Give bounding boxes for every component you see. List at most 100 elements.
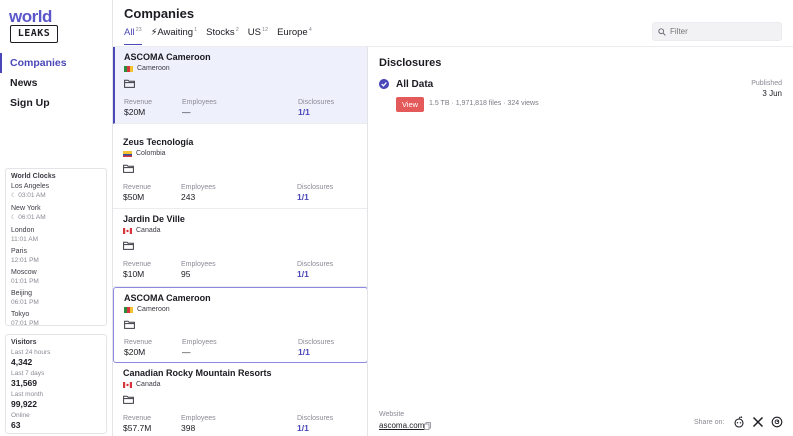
sidebar: world LEAKS Companies News Sign Up World…	[0, 0, 113, 436]
disclosures-link[interactable]: 1/1	[297, 423, 333, 434]
company-card[interactable]: Jardin De Ville Canada Revenue $10M Emplo…	[113, 209, 367, 287]
world-clocks-panel: World Clocks Los Angeles ☾ 03:01 AM New …	[5, 168, 107, 328]
revenue-value: $20M	[124, 107, 146, 117]
tab-us[interactable]: US12	[248, 27, 268, 45]
company-name: Jardin De Ville	[123, 214, 185, 224]
visitors-panel: Visitors Last 24 hours 4,342 Last 7 days…	[5, 334, 107, 434]
tab-label: Stocks	[206, 27, 235, 39]
clock-time: 06:01 PM	[11, 299, 39, 306]
published-info: Published 3 Jun	[751, 79, 782, 99]
folder-icon[interactable]	[124, 320, 135, 329]
visitor-stat-label: Last 7 days	[11, 370, 45, 377]
revenue-value: $57.7M	[123, 423, 152, 433]
canada-flag-icon	[123, 381, 132, 388]
tab-count: 12	[261, 27, 269, 33]
published-date: 3 Jun	[762, 89, 782, 98]
disclosure-item-name[interactable]: All Data	[396, 79, 433, 90]
website-link[interactable]: ascoma.com	[379, 421, 424, 430]
tab-count: 4	[308, 27, 312, 33]
visitor-stat-value: 4,342	[11, 357, 33, 367]
clock-item: New York ☾ 06:01 AM	[11, 204, 101, 223]
disclosures-link[interactable]: 1/1	[297, 269, 333, 280]
tab-europe[interactable]: Europe4	[277, 27, 312, 45]
clock-item: Tokyo 07:01 PM	[11, 310, 101, 328]
clock-item: Moscow 01:01 PM	[11, 268, 101, 286]
employees-value: 398	[181, 423, 196, 433]
employees-label: Employees	[182, 339, 217, 346]
visitor-stat-label: Last 24 hours	[11, 349, 51, 356]
company-card[interactable]: ASCOMA Cameroon Cameroon Revenue $20M Emp…	[113, 47, 367, 124]
logo[interactable]: world LEAKS	[9, 7, 59, 44]
revenue-label: Revenue	[123, 415, 152, 422]
employees-label: Employees	[181, 261, 216, 268]
company-card[interactable]: Canadian Rocky Mountain Resorts Canada R…	[113, 363, 367, 436]
folder-icon[interactable]	[123, 164, 134, 173]
threads-icon[interactable]	[771, 416, 783, 428]
disclosures-label: Disclosures	[297, 415, 334, 422]
disclosures-label: Disclosures	[298, 99, 335, 106]
disclosures-label: Disclosures	[297, 184, 334, 191]
company-country: Canada	[136, 381, 161, 388]
company-name: Canadian Rocky Mountain Resorts	[123, 368, 272, 378]
clock-item: Los Angeles ☾ 03:01 AM	[11, 182, 101, 201]
company-list: ASCOMA Cameroon Cameroon Revenue $20M Emp…	[113, 47, 368, 436]
filter-tabs: All23 ⚡Awaiting1 Stocks2 US12 Europe4	[124, 27, 312, 45]
published-label: Published	[751, 80, 782, 87]
employees-value: 95	[181, 269, 191, 279]
cameroon-flag-icon	[124, 65, 133, 72]
company-name: ASCOMA Cameroon	[124, 293, 211, 303]
website-label: Website	[379, 411, 405, 418]
tab-count: 23	[135, 27, 142, 33]
tab-label: ⚡Awaiting	[150, 27, 194, 39]
moon-icon: ☾	[11, 215, 17, 221]
clock-city: Tokyo	[11, 311, 30, 318]
copy-icon[interactable]	[424, 422, 431, 430]
clock-time: 03:01 AM	[18, 192, 46, 199]
visitor-stat-value: 99,922	[11, 399, 37, 409]
tab-stocks[interactable]: Stocks2	[206, 27, 239, 45]
clock-city: Paris	[11, 248, 27, 255]
reddit-icon[interactable]	[733, 416, 745, 428]
visitor-stat-value: 31,569	[11, 378, 37, 388]
visitor-stat-label: Online	[11, 412, 30, 419]
employees-label: Employees	[181, 415, 216, 422]
tab-label: Europe	[277, 27, 308, 39]
disclosures-label: Disclosures	[298, 339, 335, 346]
employees-label: Employees	[182, 99, 217, 106]
nav-companies[interactable]: Companies	[0, 53, 112, 73]
disclosures-link[interactable]: 1/1	[298, 347, 334, 358]
tab-all[interactable]: All23	[124, 27, 142, 45]
disclosures-title: Disclosures	[379, 57, 442, 69]
revenue-value: $20M	[124, 347, 146, 357]
tab-label: US	[247, 27, 261, 39]
tab-count: 2	[235, 27, 239, 33]
filter-box	[652, 22, 782, 41]
filter-input[interactable]	[670, 27, 780, 36]
tab-label: All	[124, 27, 135, 39]
folder-icon[interactable]	[123, 241, 134, 250]
company-country: Colombia	[136, 150, 166, 157]
tab-awaiting[interactable]: ⚡Awaiting1	[151, 27, 197, 45]
tab-count: 1	[194, 27, 198, 33]
clock-city: Beijing	[11, 290, 33, 297]
folder-icon[interactable]	[124, 79, 135, 88]
nav-news[interactable]: News	[0, 73, 112, 93]
disclosures-label: Disclosures	[297, 261, 334, 268]
revenue-value: $10M	[123, 269, 145, 279]
company-card[interactable]: Zeus Tecnología Colombia Revenue $50M Emp…	[113, 132, 367, 209]
x-icon[interactable]	[752, 416, 764, 428]
view-button[interactable]: View	[396, 97, 424, 112]
nav-sign-up[interactable]: Sign Up	[0, 93, 112, 113]
disclosures-link[interactable]: 1/1	[297, 192, 333, 203]
clock-item: London 11:01 AM	[11, 226, 101, 244]
clock-city: London	[11, 227, 35, 234]
cameroon-flag-icon	[124, 306, 133, 313]
employees-value: —	[182, 107, 191, 117]
disclosure-meta: 1.5 TB · 1,971,818 files · 324 views	[429, 100, 539, 107]
clock-time: 11:01 AM	[11, 236, 38, 243]
disclosures-link[interactable]: 1/1	[298, 107, 334, 118]
company-card[interactable]: ASCOMA Cameroon Cameroon Revenue $20M Emp…	[113, 287, 367, 363]
logo-leaks-text: LEAKS	[10, 25, 58, 43]
folder-icon[interactable]	[123, 395, 134, 404]
check-circle-icon	[379, 79, 389, 89]
